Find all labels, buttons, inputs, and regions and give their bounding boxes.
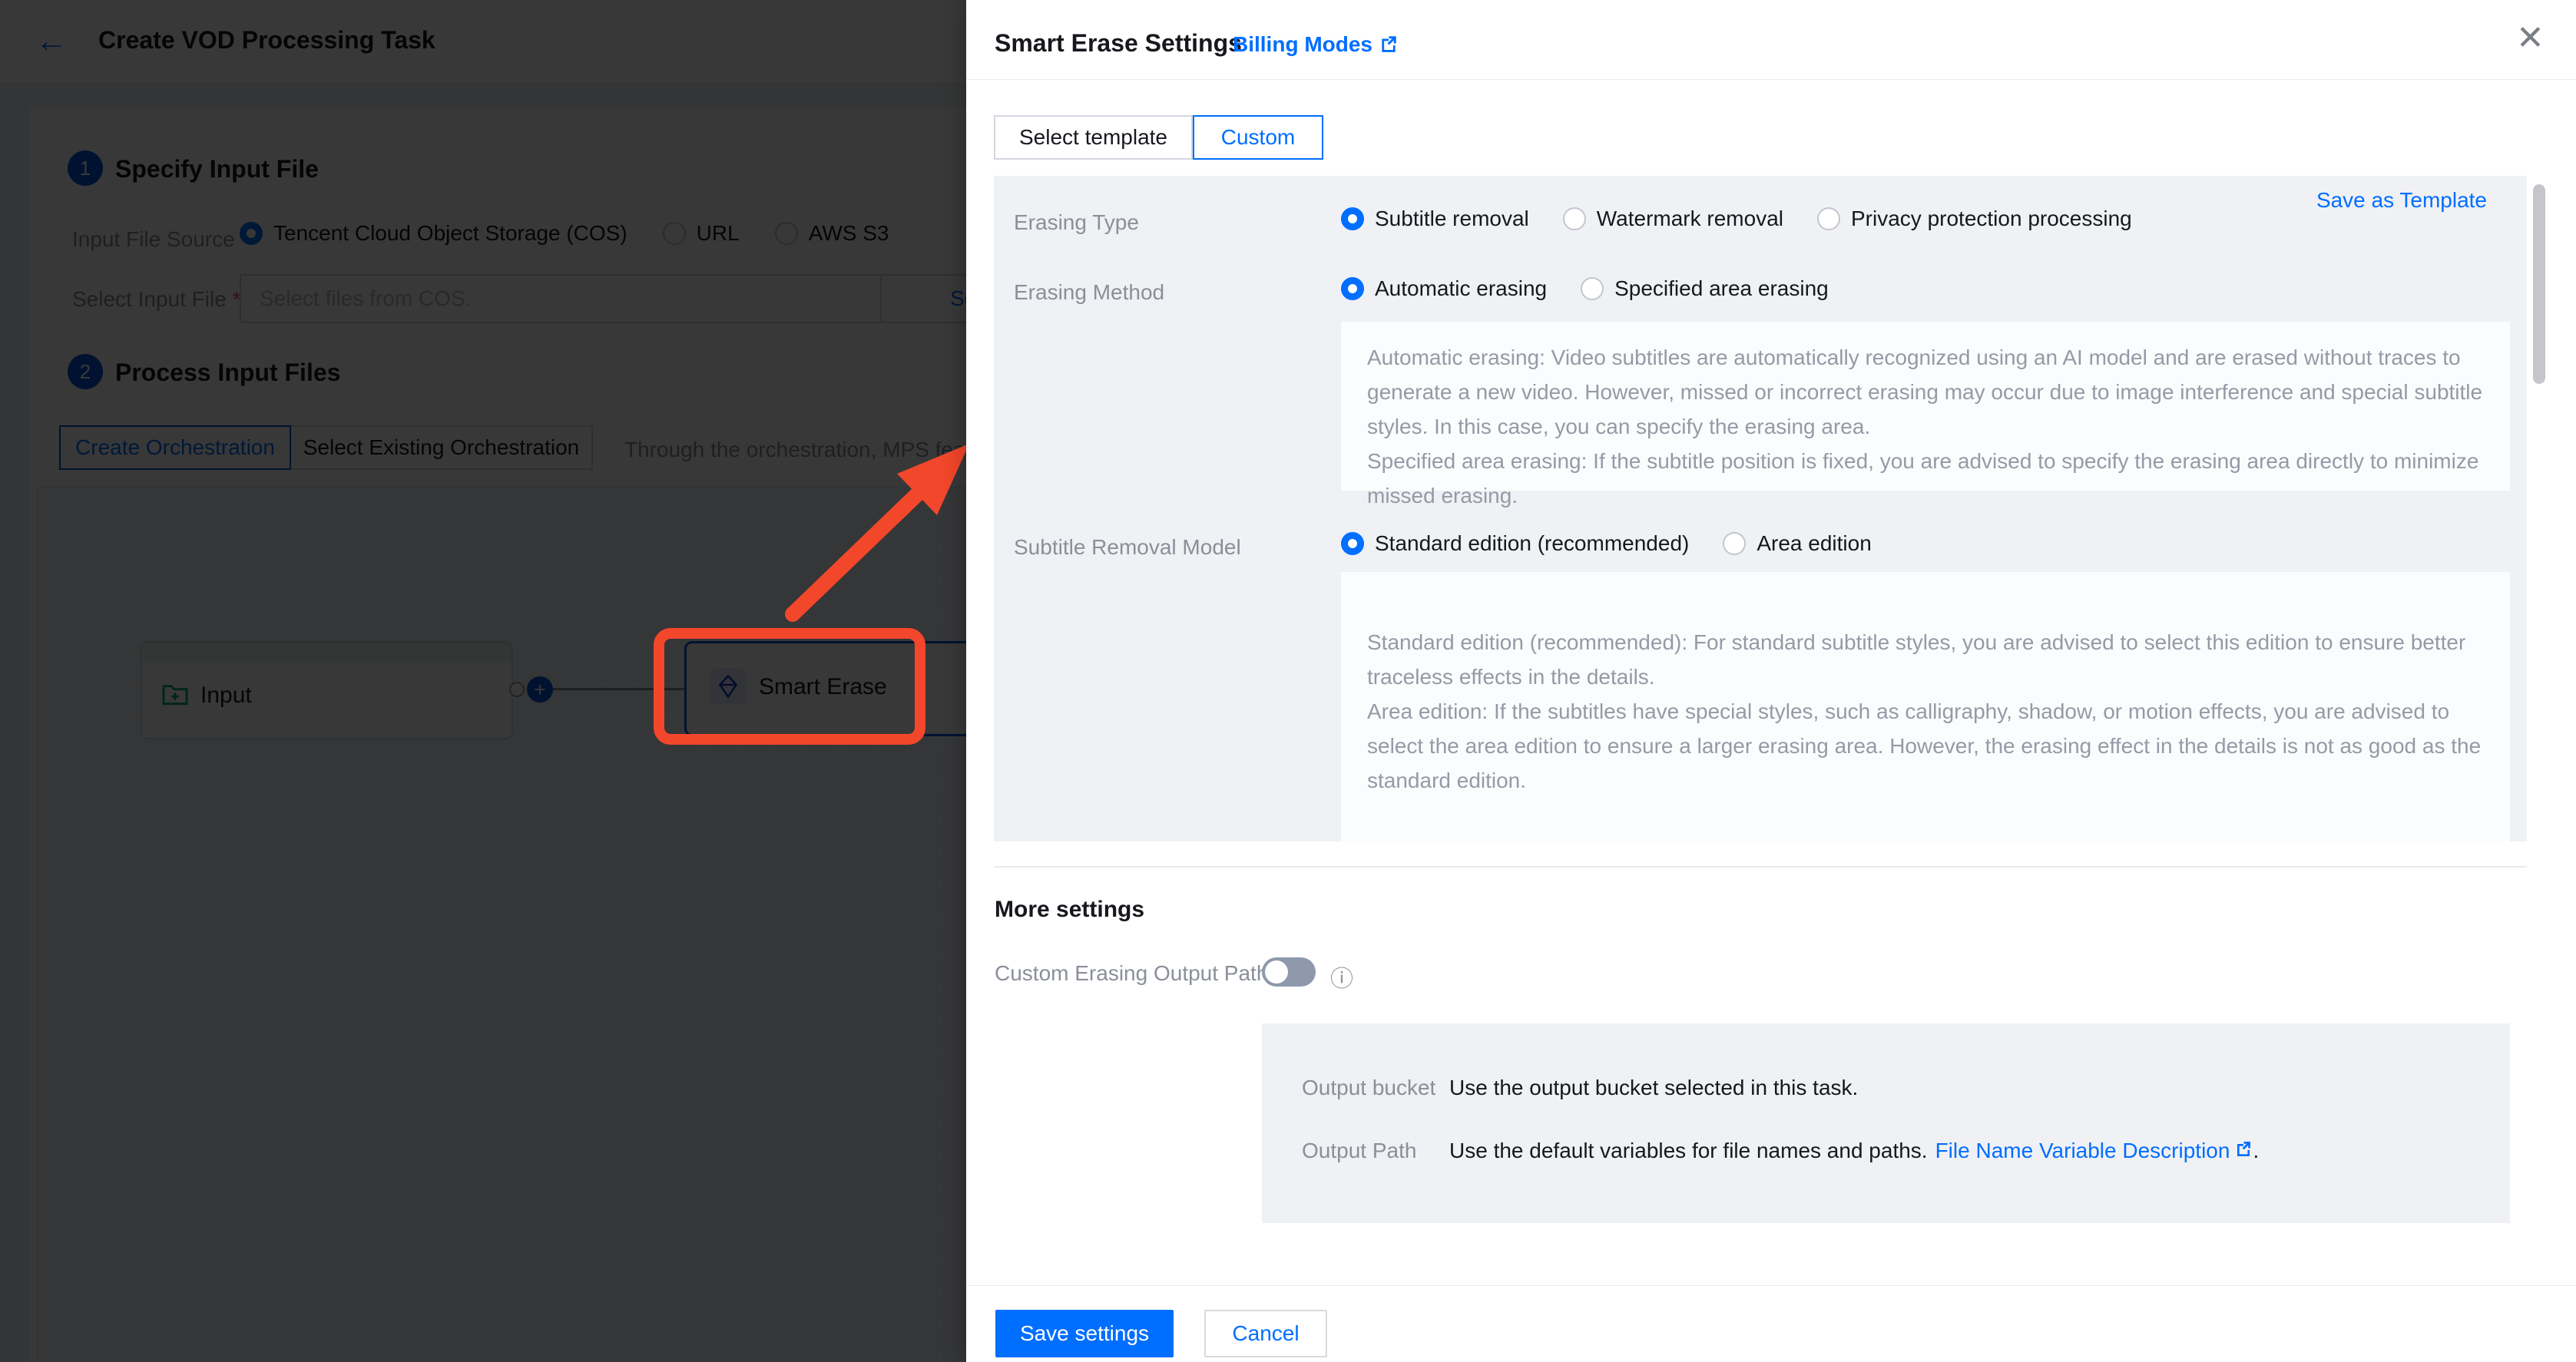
radio-subtitle-removal[interactable] [1341, 207, 1364, 230]
header-divider [966, 79, 2576, 80]
drawer-title: Smart Erase Settings [995, 29, 1242, 58]
removal-model-description: Standard edition (recommended): For stan… [1367, 625, 2484, 798]
radio-automatic-erasing[interactable] [1341, 277, 1364, 300]
removal-model-description-box: Standard edition (recommended): For stan… [1341, 572, 2510, 841]
save-settings-button[interactable]: Save settings [995, 1310, 1174, 1357]
radio-standard-edition[interactable] [1341, 532, 1364, 555]
radio-area-edition-label: Area edition [1757, 531, 1871, 556]
tab-select-template[interactable]: Select template [994, 115, 1193, 160]
file-name-variable-link[interactable]: File Name Variable Description [1935, 1139, 2230, 1163]
custom-output-path-toggle[interactable] [1262, 957, 1316, 987]
footer-divider [966, 1285, 2576, 1286]
radio-area-edition[interactable] [1723, 532, 1746, 555]
info-icon[interactable]: ⓘ [1330, 960, 1353, 993]
external-link-icon [2234, 1139, 2253, 1158]
removal-model-label: Subtitle Removal Model [1014, 535, 1241, 560]
custom-output-path-label: Custom Erasing Output Path [995, 961, 1268, 986]
radio-automatic-erasing-label: Automatic erasing [1375, 276, 1547, 301]
output-bucket-label: Output bucket [1302, 1076, 1449, 1100]
radio-watermark-removal-label: Watermark removal [1597, 207, 1783, 231]
radio-subtitle-removal-label: Subtitle removal [1375, 207, 1529, 231]
output-path-suffix: . [2253, 1139, 2259, 1163]
panel-scrollbar[interactable] [2533, 184, 2545, 384]
settings-panel: Save as Template Erasing Type Subtitle r… [994, 176, 2527, 841]
output-path-value: Use the default variables for file names… [1449, 1139, 1928, 1163]
erasing-method-label: Erasing Method [1014, 280, 1164, 305]
radio-standard-edition-label: Standard edition (recommended) [1375, 531, 1689, 556]
close-icon[interactable]: ✕ [2516, 21, 2545, 55]
radio-privacy-protection-label: Privacy protection processing [1851, 207, 2132, 231]
section-divider [994, 866, 2527, 868]
radio-specified-area-erasing-label: Specified area erasing [1614, 276, 1829, 301]
erasing-type-label: Erasing Type [1014, 210, 1139, 235]
radio-watermark-removal[interactable] [1563, 207, 1586, 230]
external-link-icon [1379, 34, 1399, 54]
output-bucket-value: Use the output bucket selected in this t… [1449, 1076, 1858, 1100]
toggle-knob [1265, 960, 1288, 983]
output-path-label: Output Path [1302, 1139, 1449, 1163]
radio-specified-area-erasing[interactable] [1581, 277, 1604, 300]
tab-custom[interactable]: Custom [1193, 115, 1323, 160]
cancel-button[interactable]: Cancel [1204, 1310, 1327, 1357]
radio-privacy-protection[interactable] [1817, 207, 1840, 230]
smart-erase-settings-drawer: Smart Erase Settings Billing Modes ✕ Sel… [966, 0, 2576, 1362]
erasing-method-description: Automatic erasing: Video subtitles are a… [1341, 322, 2510, 491]
output-settings-box: Output bucket Use the output bucket sele… [1262, 1023, 2510, 1223]
screen: ← Create VOD Processing Task 1 Specify I… [0, 0, 2576, 1362]
more-settings-title: More settings [995, 897, 1144, 923]
save-as-template-link[interactable]: Save as Template [2316, 188, 2487, 213]
billing-modes-link[interactable]: Billing Modes [1233, 32, 1399, 57]
